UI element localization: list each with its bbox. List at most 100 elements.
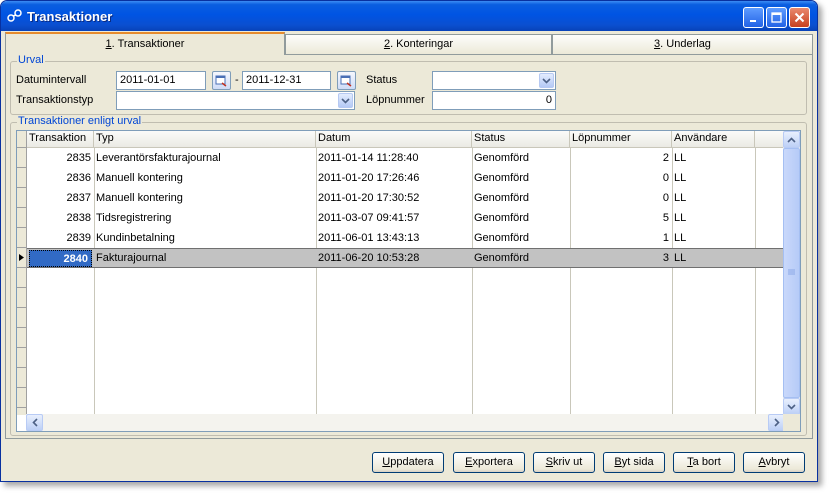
cell-status: Genomförd	[474, 172, 530, 184]
urval-title: Urval	[17, 54, 45, 66]
chevron-down-icon	[787, 403, 796, 410]
grid-header: Transaktion Typ Datum Status Löpnummer A…	[17, 131, 785, 148]
column-header-anvandare[interactable]: Användare	[672, 131, 755, 147]
button-label: ppdatera	[390, 456, 434, 468]
cell-status: Genomförd	[474, 232, 530, 244]
vertical-scrollbar[interactable]	[783, 131, 800, 415]
cell-datum: 2011-01-20 17:26:46	[318, 172, 420, 184]
table-row[interactable]: 2839 Kundinbetalning 2011-06-01 13:43:13…	[27, 228, 783, 248]
scroll-left-button[interactable]	[26, 414, 43, 431]
cell-status: Genomförd	[474, 192, 530, 204]
table-row[interactable]: 2838 Tidsregistrering 2011-03-07 09:41:5…	[27, 208, 783, 228]
window-title: Transaktioner	[27, 9, 113, 24]
scroll-up-button[interactable]	[783, 131, 800, 148]
calendar-icon	[215, 75, 227, 87]
button-accesskey: B	[614, 456, 622, 468]
cell-typ: Manuell kontering	[96, 192, 183, 204]
cell-typ: Tidsregistrering	[96, 212, 172, 224]
exportera-button[interactable]: Exportera	[453, 452, 525, 473]
table-row[interactable]: 2837 Manuell kontering 2011-01-20 17:30:…	[27, 188, 783, 208]
cell-lopnummer: 0	[662, 192, 669, 204]
tab-konteringar[interactable]: 2. Konteringar	[285, 34, 552, 54]
cell-anvandare: LL	[674, 212, 687, 224]
button-label: kriv ut	[553, 456, 583, 468]
column-header-status[interactable]: Status	[472, 131, 570, 147]
cell-lopnummer: 5	[662, 212, 669, 224]
close-button[interactable]	[789, 7, 810, 28]
scrollbar-corner	[783, 414, 800, 431]
table-row-selected[interactable]: 2840 Fakturajournal 2011-06-20 10:53:28 …	[27, 248, 783, 268]
transaktionstyp-label: Transaktionstyp	[16, 94, 94, 106]
cell-transaktion: 2838	[66, 212, 91, 224]
table-row[interactable]: 2835 Leverantörsfakturajournal 2011-01-1…	[27, 148, 783, 168]
cell-anvandare: LL	[674, 172, 687, 184]
calendar-icon	[340, 75, 352, 87]
cell-anvandare: LL	[674, 252, 687, 264]
cell-lopnummer: 3	[662, 252, 669, 264]
current-row-arrow-icon	[19, 254, 24, 261]
maximize-button[interactable]	[766, 7, 787, 28]
lopnummer-label: Löpnummer	[366, 94, 425, 106]
cell-datum: 2011-06-20 10:53:28	[318, 252, 420, 264]
cell-typ: Leverantörsfakturajournal	[96, 152, 221, 164]
button-label: vbryt	[765, 456, 790, 468]
button-accesskey: S	[545, 456, 553, 468]
status-label: Status	[366, 74, 398, 86]
button-accesskey: A	[758, 456, 766, 468]
column-header-typ[interactable]: Typ	[94, 131, 316, 147]
cell-anvandare: LL	[674, 152, 687, 164]
close-icon	[794, 12, 805, 23]
vertical-scroll-thumb[interactable]	[783, 148, 800, 398]
chevron-up-icon	[787, 136, 796, 143]
transaktioner-title: Transaktioner enligt urval	[17, 115, 143, 127]
transaktioner-window: Transaktioner 1. Transaktioner 2. Konter…	[0, 0, 818, 482]
app-icon	[7, 9, 22, 22]
status-select[interactable]	[432, 71, 556, 90]
cell-transaktion[interactable]: 2840	[29, 250, 92, 267]
date-to-field[interactable]: 2011-12-31	[242, 71, 331, 90]
lopnummer-field[interactable]: 0	[432, 91, 556, 110]
date-to-calendar-button[interactable]	[337, 71, 356, 90]
column-header-transaktion[interactable]: Transaktion	[27, 131, 94, 147]
cell-typ: Fakturajournal	[96, 252, 167, 264]
cell-transaktion: 2836	[66, 172, 91, 184]
maximize-icon	[771, 12, 782, 23]
ta-bort-button[interactable]: Ta bort	[673, 452, 735, 473]
cell-lopnummer: 2	[662, 152, 669, 164]
tab-panel: Urval Datumintervall 2011-01-01 - 2011-1…	[5, 54, 813, 439]
avbryt-button[interactable]: Avbryt	[743, 452, 805, 473]
transaktionstyp-select[interactable]	[116, 91, 355, 110]
chevron-right-icon	[773, 418, 780, 427]
transaktionstyp-dropdown-button[interactable]	[338, 93, 353, 108]
tab-label: . Underlag	[660, 38, 711, 50]
cell-transaktion: 2837	[66, 192, 91, 204]
chevron-down-icon	[542, 77, 551, 84]
table-row[interactable]: 2836 Manuell kontering 2011-01-20 17:26:…	[27, 168, 783, 188]
horizontal-scrollbar[interactable]	[26, 414, 785, 431]
date-from-field[interactable]: 2011-01-01	[116, 71, 206, 90]
button-label: yt sida	[621, 456, 654, 468]
tab-transaktioner[interactable]: 1. Transaktioner	[5, 32, 285, 55]
cell-anvandare: LL	[674, 192, 687, 204]
column-header-datum[interactable]: Datum	[316, 131, 472, 147]
uppdatera-button[interactable]: Uppdatera	[372, 452, 444, 473]
date-from-calendar-button[interactable]	[212, 71, 231, 90]
button-label: xportera	[472, 456, 513, 468]
title-bar[interactable]: Transaktioner	[1, 1, 817, 31]
cell-datum: 2011-03-07 09:41:57	[318, 212, 420, 224]
status-dropdown-button[interactable]	[539, 73, 554, 88]
column-header-lopnummer[interactable]: Löpnummer	[570, 131, 672, 147]
tab-label: . Konteringar	[390, 38, 454, 50]
cell-anvandare: LL	[674, 232, 687, 244]
byt-sida-button[interactable]: Byt sida	[603, 452, 665, 473]
chevron-left-icon	[31, 418, 38, 427]
skriv-ut-button[interactable]: Skriv ut	[533, 452, 595, 473]
cell-typ: Kundinbetalning	[96, 232, 175, 244]
tab-underlag[interactable]: 3. Underlag	[552, 34, 813, 54]
cell-transaktion: 2839	[66, 232, 91, 244]
chevron-down-icon	[341, 97, 350, 104]
button-label: a bort	[692, 456, 721, 468]
scroll-down-button[interactable]	[783, 398, 800, 415]
cell-datum: 2011-01-14 11:28:40	[318, 152, 419, 164]
minimize-button[interactable]	[743, 7, 764, 28]
